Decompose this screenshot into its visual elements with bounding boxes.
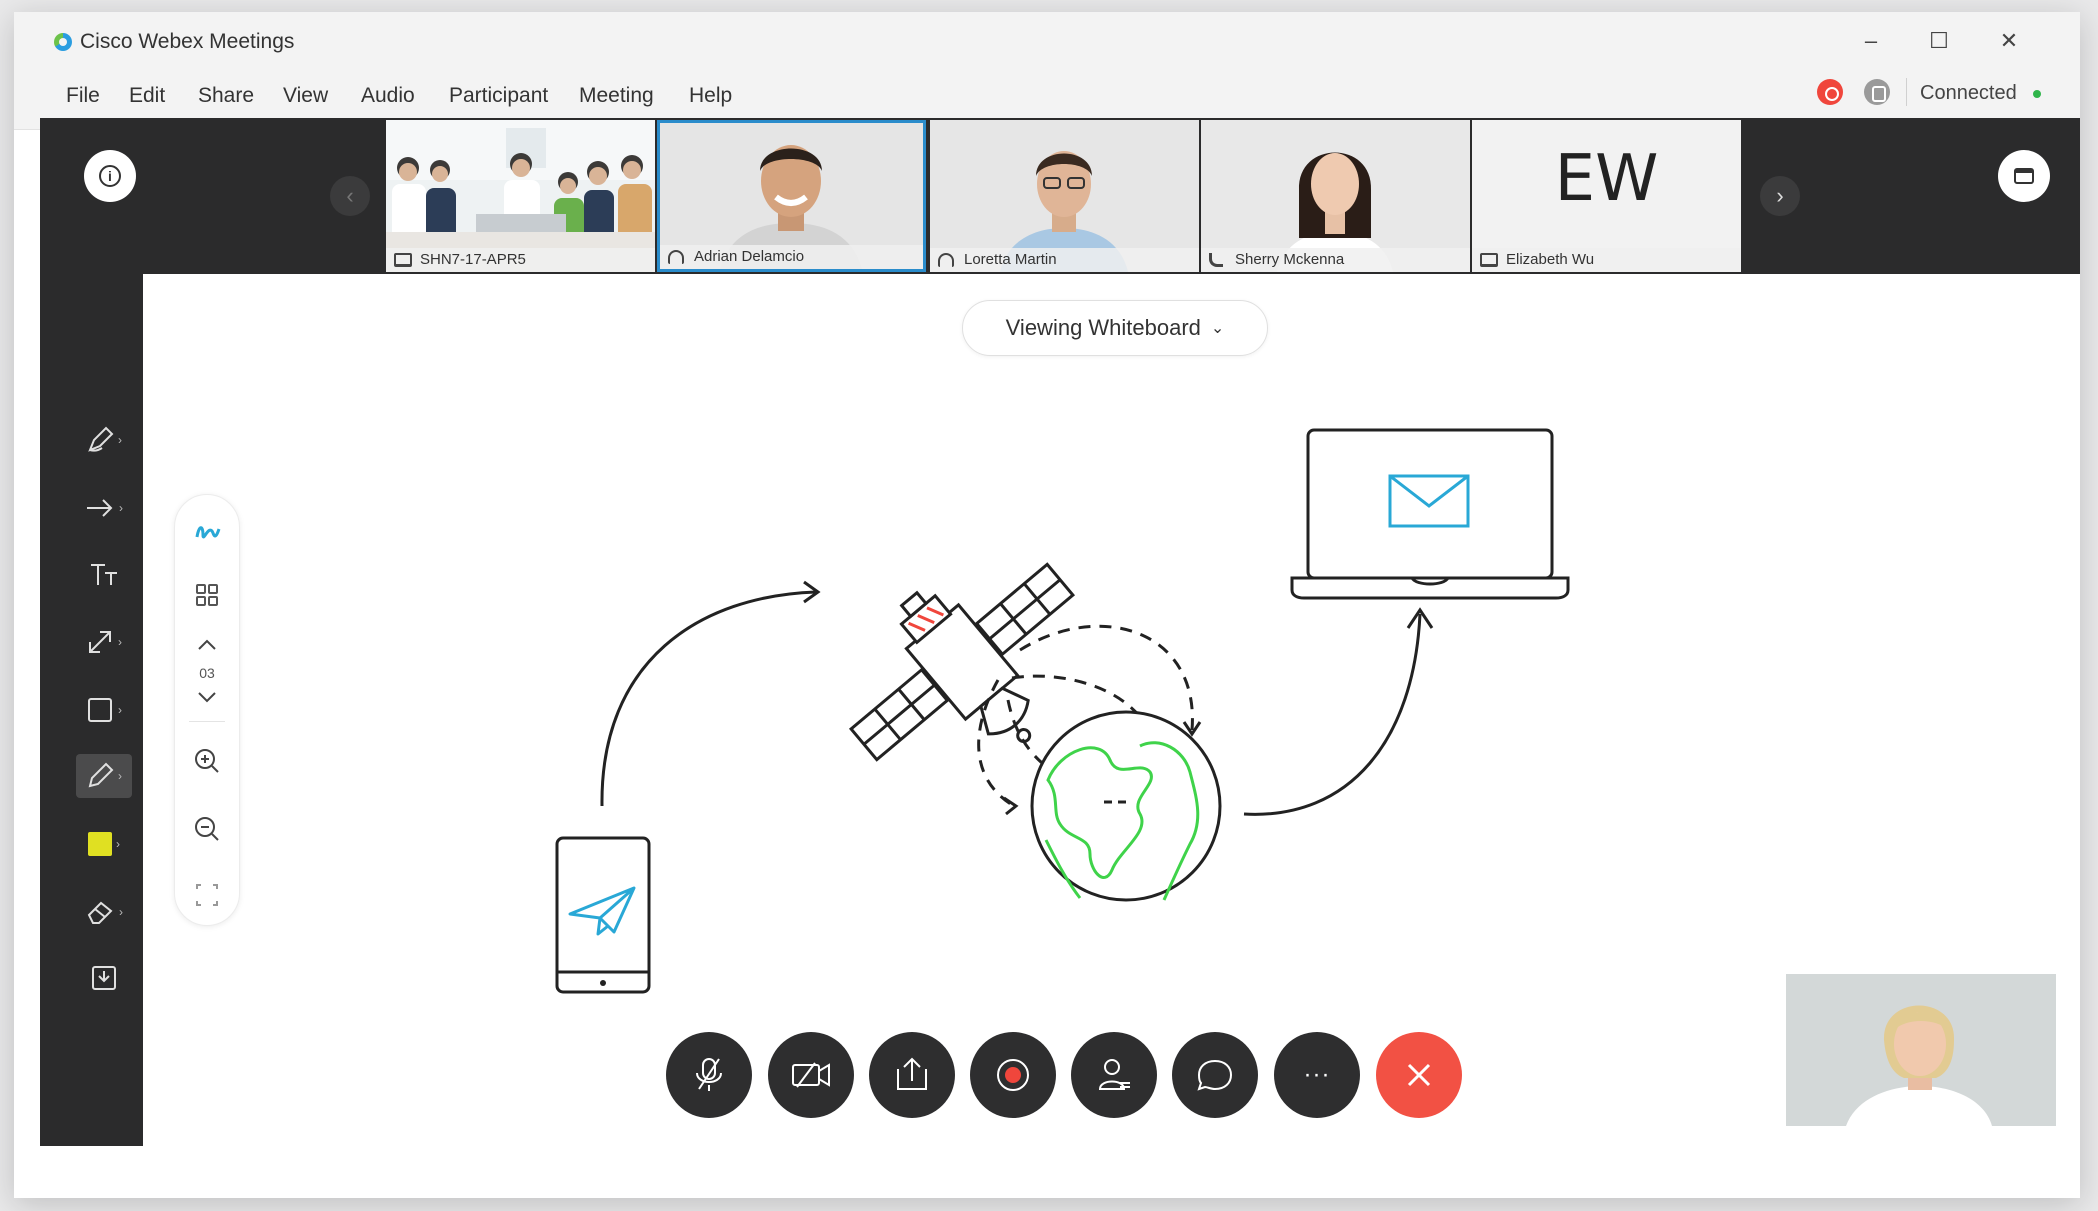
more-icon: ··· <box>1303 1061 1331 1088</box>
divider <box>189 721 225 722</box>
self-view-video[interactable] <box>1786 974 2056 1126</box>
eraser-tool-button[interactable]: › <box>66 890 142 934</box>
chevron-right-icon: › <box>1776 183 1784 208</box>
divider <box>1906 78 1907 106</box>
meeting-info-button[interactable]: i <box>84 150 136 202</box>
grid-view-icon[interactable] <box>175 579 239 613</box>
fit-screen-icon[interactable] <box>175 879 239 911</box>
pen-tool-button[interactable]: › <box>66 418 142 462</box>
mute-icon <box>696 1058 722 1091</box>
participant-name: Elizabeth Wu <box>1472 248 1741 272</box>
save-tool-icon <box>92 966 116 990</box>
page-down-icon[interactable] <box>175 687 239 707</box>
participants-icon <box>1098 1059 1130 1090</box>
arrow-tool-icon <box>87 499 113 517</box>
scroll-right-button[interactable]: › <box>1760 176 1800 216</box>
info-icon: i <box>99 165 121 187</box>
text-tool-icon <box>91 564 117 585</box>
color-swatch <box>88 832 112 856</box>
menu-participant[interactable]: Participant <box>449 84 548 108</box>
arrow-tool-button[interactable]: › <box>66 486 142 530</box>
page-number: 03 <box>199 665 215 681</box>
pencil-tool-button[interactable]: › <box>76 754 132 798</box>
pen-tool-icon <box>88 426 114 452</box>
end-meeting-button[interactable] <box>1376 1032 1462 1118</box>
phone-icon <box>1209 253 1223 267</box>
whiteboard-drawing <box>555 428 1570 994</box>
menu-meeting[interactable]: Meeting <box>579 84 654 108</box>
viewing-label: Viewing Whiteboard <box>1005 315 1201 340</box>
scroll-left-button[interactable]: ‹ <box>330 176 370 216</box>
menu-help[interactable]: Help <box>689 84 732 108</box>
page-navigator: 03 <box>174 494 240 926</box>
participant-tile[interactable]: EW Elizabeth Wu <box>1472 120 1741 272</box>
end-call-icon <box>1407 1063 1431 1087</box>
menu-share[interactable]: Share <box>198 84 254 108</box>
connection-status: Connected <box>1920 82 2017 104</box>
maximize-icon[interactable]: ☐ <box>1914 22 1964 60</box>
pen-wave-icon[interactable] <box>175 515 239 551</box>
participant-name: Sherry Mckenna <box>1201 248 1470 272</box>
menu-view[interactable]: View <box>283 84 328 108</box>
participant-name: SHN7-17-APR5 <box>386 248 655 272</box>
text-tool-button[interactable] <box>66 552 142 596</box>
shape-tool-icon <box>88 698 112 722</box>
participant-tile-active-speaker[interactable]: Adrian Delamcio <box>657 120 926 272</box>
participant-tile[interactable]: Sherry Mckenna <box>1201 120 1470 272</box>
window-title: Cisco Webex Meetings <box>80 30 295 53</box>
lock-icon[interactable] <box>1864 79 1890 105</box>
laptop-drawing <box>1290 428 1570 600</box>
headset-icon <box>938 253 954 267</box>
globe-drawing <box>1030 710 1222 902</box>
save-tool-button[interactable] <box>66 956 142 1000</box>
close-icon[interactable]: ✕ <box>1984 22 2034 60</box>
mute-button[interactable] <box>666 1032 752 1118</box>
zoom-out-icon[interactable] <box>175 813 239 845</box>
title-bar: Cisco Webex Meetings – ☐ ✕ <box>14 12 2080 70</box>
chat-icon <box>1197 1059 1233 1091</box>
connected-dot-icon <box>2033 90 2041 98</box>
pencil-tool-icon <box>88 762 114 788</box>
zoom-in-icon[interactable] <box>175 745 239 777</box>
recording-indicator-icon[interactable] <box>1817 79 1843 105</box>
video-off-icon <box>792 1062 830 1088</box>
participant-tile[interactable]: Loretta Martin <box>930 120 1199 272</box>
eraser-tool-icon <box>87 901 113 924</box>
minimize-icon[interactable]: – <box>1846 22 1896 60</box>
chevron-down-icon: ⌄ <box>1210 320 1225 337</box>
viewing-whiteboard-dropdown[interactable]: Viewing Whiteboard ⌄ <box>962 300 1268 356</box>
chat-button[interactable] <box>1172 1032 1258 1118</box>
line-tool-icon <box>89 631 111 653</box>
webex-logo-icon <box>54 33 72 51</box>
page-up-icon[interactable] <box>175 635 239 655</box>
line-tool-button[interactable]: › <box>66 620 142 664</box>
headset-icon <box>668 250 684 264</box>
menu-file[interactable]: File <box>66 84 100 108</box>
record-icon <box>997 1059 1029 1091</box>
menu-audio[interactable]: Audio <box>361 84 415 108</box>
participant-initials: EW <box>1554 142 1659 216</box>
share-icon <box>897 1057 927 1090</box>
menu-edit[interactable]: Edit <box>129 84 165 108</box>
room-device-icon <box>394 253 412 267</box>
shape-tool-button[interactable]: › <box>66 688 142 732</box>
color-picker-button[interactable]: › <box>66 822 142 866</box>
more-options-button[interactable]: ··· <box>1274 1032 1360 1118</box>
window-layout-icon <box>2014 168 2034 184</box>
self-view-image <box>1786 974 2056 1126</box>
strip-layout-button[interactable] <box>1998 150 2050 202</box>
record-button[interactable] <box>970 1032 1056 1118</box>
participant-tile[interactable]: SHN7-17-APR5 <box>386 120 655 272</box>
phone-drawing <box>555 836 651 994</box>
chevron-left-icon: ‹ <box>346 183 354 208</box>
participant-name: Adrian Delamcio <box>660 245 923 269</box>
video-button[interactable] <box>768 1032 854 1118</box>
participant-name: Loretta Martin <box>930 248 1199 272</box>
room-device-icon <box>1480 253 1498 267</box>
share-button[interactable] <box>869 1032 955 1118</box>
participants-button[interactable] <box>1071 1032 1157 1118</box>
